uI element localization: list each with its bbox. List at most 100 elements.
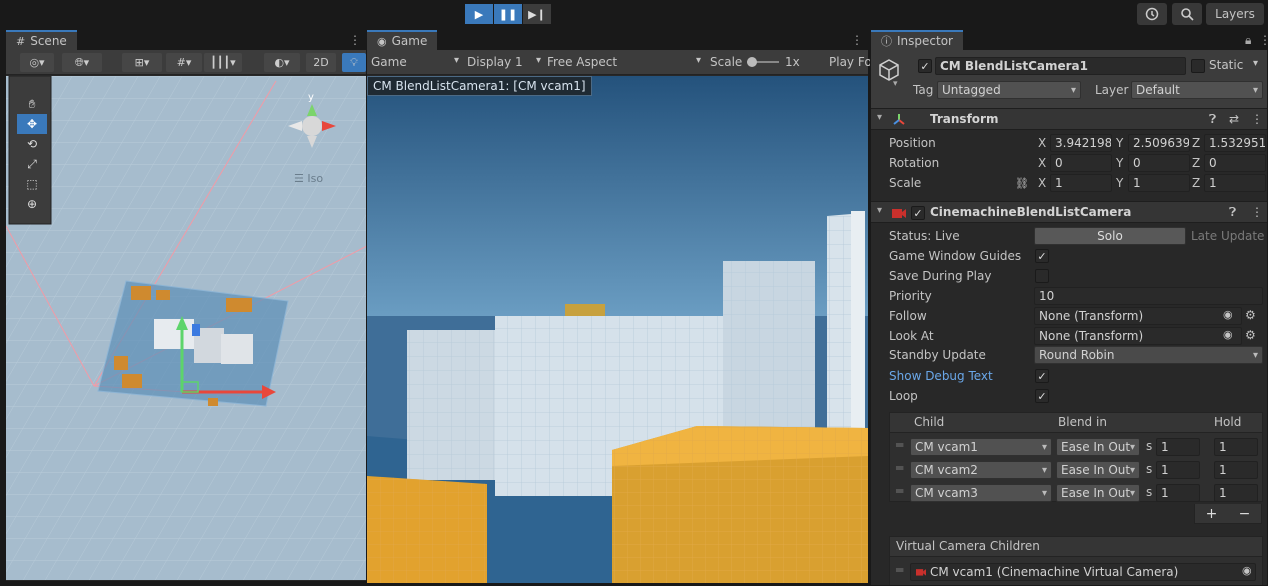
scale-tool[interactable]: ⤢ (17, 154, 47, 174)
tag-dropdown[interactable]: Untagged (937, 81, 1081, 99)
blend-time-field[interactable]: 1 (1156, 484, 1200, 502)
game-menu-icon[interactable]: ⋮ (851, 33, 863, 47)
rot-x-field[interactable]: 0 (1050, 154, 1112, 172)
inspector-menu-icon[interactable]: ⋮ (1259, 33, 1267, 47)
blend-time-field[interactable]: 1 (1156, 438, 1200, 456)
object-picker-icon[interactable]: ◉ (1223, 308, 1233, 321)
global-toggle[interactable]: 🌐︎▾ (62, 53, 102, 72)
blend-dropdown[interactable]: Ease In Out (1056, 438, 1140, 456)
blend-dropdown[interactable]: Ease In Out (1056, 461, 1140, 479)
child-row[interactable]: ═ CM vcam1 Ease In Out s 1 1 (890, 437, 1262, 457)
game-viewport[interactable]: CM BlendListCamera1: [CM vcam1] (367, 76, 868, 583)
scl-z-field[interactable]: 1 (1204, 174, 1266, 192)
rotate-tool[interactable]: ⟲ (17, 134, 47, 154)
hold-field[interactable]: 1 (1214, 484, 1258, 502)
overlay-toggle[interactable]: ◐▾ (264, 53, 300, 72)
add-button[interactable]: + (1206, 506, 1218, 522)
scl-x-field[interactable]: 1 (1050, 174, 1112, 192)
priority-field[interactable]: 10 (1034, 287, 1263, 305)
transform-header[interactable]: ▾ Transform ❓︎ ⇄ ⋮ (871, 108, 1267, 130)
gear-icon[interactable]: ⚙ (1245, 308, 1256, 322)
child-row[interactable]: ═ CM vcam2 Ease In Out s 1 1 (890, 460, 1262, 480)
scale-slider[interactable] (747, 57, 779, 67)
link-icon[interactable]: ⛓︎ (1015, 177, 1029, 190)
hand-tool[interactable]: ✋︎ (17, 94, 47, 114)
child-row[interactable]: ═ CM vcam3 Ease In Out s 1 1 (890, 483, 1262, 503)
follow-field[interactable]: None (Transform) (1034, 307, 1242, 325)
rot-y-field[interactable]: 0 (1128, 154, 1190, 172)
increment-toggle[interactable]: ┃┃┃▾ (204, 53, 242, 72)
display-dropdown[interactable]: Display 1 ▾ (467, 55, 541, 69)
blend-time-field[interactable]: 1 (1156, 461, 1200, 479)
blendlist-enabled-checkbox[interactable]: ✓ (911, 206, 925, 220)
game-mode-dropdown[interactable]: Game ▾ (371, 55, 459, 69)
layer-dropdown[interactable]: Default (1131, 81, 1263, 99)
gear-icon[interactable]: ⚙ (1245, 328, 1256, 342)
component-menu-icon[interactable]: ⋮ (1251, 205, 1263, 219)
save-during-play-checkbox[interactable] (1035, 269, 1049, 283)
tab-inspector[interactable]: ⓘ Inspector (871, 30, 963, 50)
scale-slider-handle[interactable] (747, 57, 757, 67)
standby-dropdown[interactable]: Round Robin (1034, 346, 1263, 364)
history-button[interactable] (1137, 3, 1167, 25)
play-button[interactable]: ▶ (465, 4, 493, 24)
vc-child-label: CM vcam1 (Cinemachine Virtual Camera) (930, 565, 1179, 579)
vc-child-row[interactable]: ═ CM vcam1 (Cinemachine Virtual Camera) … (890, 562, 1262, 582)
scl-y-field[interactable]: 1 (1128, 174, 1190, 192)
preset-icon[interactable]: ⇄ (1229, 112, 1239, 126)
iso-label[interactable]: ☰ Iso (294, 172, 323, 185)
scene-viewport[interactable]: ✋︎ ✥ ⟲ ⤢ ⬚ ⊕ ☰ Iso y (6, 76, 367, 580)
drag-handle-icon[interactable]: ═ (896, 563, 903, 577)
child-dropdown[interactable]: CM vcam3 (910, 484, 1052, 502)
pos-x-field[interactable]: 3.942198 (1050, 134, 1112, 152)
drag-handle-icon[interactable]: ═ (896, 484, 903, 498)
blendlist-header[interactable]: ▾ ✓ CinemachineBlendListCamera ❓︎ ⋮ (871, 201, 1267, 223)
snap-toggle[interactable]: ⊞▾ (122, 53, 162, 72)
lock-icon[interactable]: 🔒︎ (1245, 33, 1251, 48)
show-debug-checkbox[interactable]: ✓ (1035, 369, 1049, 383)
child-dropdown[interactable]: CM vcam1 (910, 438, 1052, 456)
grid-toggle[interactable]: #▾ (166, 53, 202, 72)
pos-z-field[interactable]: 1.532951 (1204, 134, 1266, 152)
object-picker-icon[interactable]: ◉ (1223, 328, 1233, 341)
active-checkbox[interactable]: ✓ (918, 59, 932, 73)
aspect-dropdown[interactable]: Free Aspect ▾ (547, 55, 701, 69)
vc-child-field[interactable]: CM vcam1 (Cinemachine Virtual Camera) (910, 563, 1256, 581)
layers-dropdown[interactable]: Layers (1206, 3, 1264, 25)
play-focused-dropdown[interactable]: Play Fo (829, 55, 872, 69)
chevron-down-icon: ▾ (877, 205, 883, 216)
child-dropdown[interactable]: CM vcam2 (910, 461, 1052, 479)
hold-field[interactable]: 1 (1214, 461, 1258, 479)
tab-scene[interactable]: # Scene (6, 30, 77, 50)
object-picker-icon[interactable]: ◉ (1242, 564, 1252, 577)
solo-button[interactable]: Solo (1034, 227, 1186, 245)
draw-mode-dropdown[interactable]: ◎▾ (20, 53, 54, 72)
rot-z-axis: Z (1192, 156, 1201, 170)
rot-z-field[interactable]: 0 (1204, 154, 1266, 172)
transform-tool[interactable]: ⊕ (17, 194, 47, 214)
pos-y-field[interactable]: 2.509639 (1128, 134, 1190, 152)
rect-tool[interactable]: ⬚ (17, 174, 47, 194)
help-icon[interactable]: ❓︎ (1209, 112, 1216, 127)
component-menu-icon[interactable]: ⋮ (1251, 112, 1263, 126)
step-button[interactable]: ▶❙ (523, 4, 551, 24)
tab-game[interactable]: ◉ Game (367, 30, 438, 50)
move-tool[interactable]: ✥ (17, 114, 47, 134)
2d-toggle[interactable]: 2D (306, 53, 336, 72)
game-window-guides-checkbox[interactable]: ✓ (1035, 249, 1049, 263)
pause-button[interactable]: ❚❚ (494, 4, 522, 24)
object-name-field[interactable]: CM BlendListCamera1 (935, 57, 1186, 75)
search-button[interactable] (1172, 3, 1202, 25)
loop-checkbox[interactable]: ✓ (1035, 389, 1049, 403)
blend-dropdown[interactable]: Ease In Out (1056, 484, 1140, 502)
static-dropdown-arrow[interactable]: ▾ (1253, 58, 1258, 69)
drag-handle-icon[interactable]: ═ (896, 461, 903, 475)
lighting-toggle[interactable]: 💡︎ (342, 53, 366, 72)
scene-menu-icon[interactable]: ⋮ (349, 33, 361, 47)
look-at-field[interactable]: None (Transform) (1034, 327, 1242, 345)
static-checkbox[interactable] (1191, 59, 1205, 73)
help-icon[interactable]: ❓︎ (1229, 205, 1236, 220)
hold-field[interactable]: 1 (1214, 438, 1258, 456)
remove-button[interactable]: − (1239, 506, 1251, 522)
drag-handle-icon[interactable]: ═ (896, 438, 903, 452)
